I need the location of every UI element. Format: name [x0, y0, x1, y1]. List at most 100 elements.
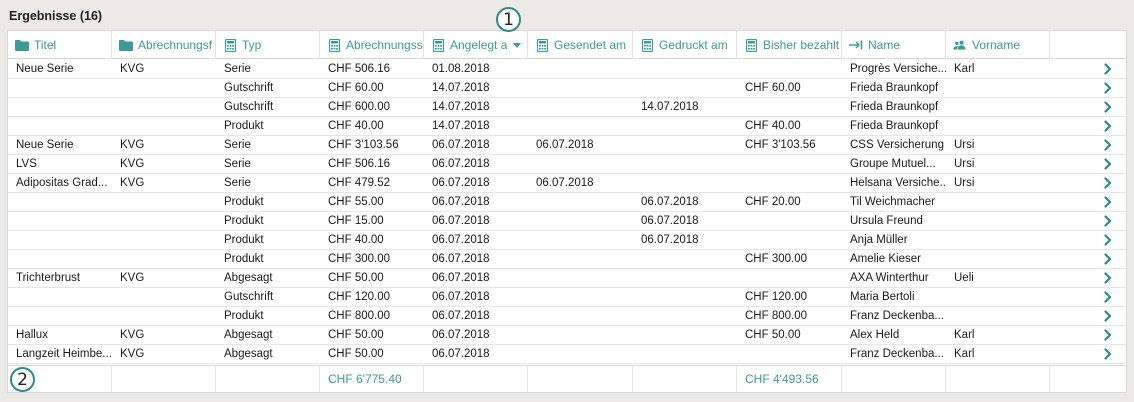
chevron-right-icon[interactable]	[1102, 329, 1114, 341]
column-header-angelegt-a[interactable]: Angelegt a	[424, 31, 528, 59]
footer-cell	[424, 366, 528, 392]
grid-body: Neue Serie KVG Serie CHF 506.16 01.08.2018 Pr…	[8, 60, 1126, 364]
cell-angelegt-a: 06.07.2018	[432, 234, 490, 246]
column-header-gesendet-am[interactable]: Gesendet am	[528, 31, 633, 59]
cell-gesendet-am	[528, 345, 633, 363]
table-row[interactable]: Produkt CHF 40.00 14.07.2018 CHF 40.00 Fried…	[8, 117, 1126, 136]
table-row[interactable]: Gutschrift CHF 120.00 06.07.2018 CHF 120.00…	[8, 288, 1126, 307]
cell-abrechnungsf: KVG	[120, 158, 145, 170]
table-row[interactable]: Produkt CHF 800.00 06.07.2018 CHF 800.00 Fra…	[8, 307, 1126, 326]
cell-name: Frieda Braunkopf	[850, 120, 939, 132]
cell-gedruckt-am	[633, 326, 737, 344]
column-header-abrechnungsf[interactable]: Abrechnungsf	[112, 31, 216, 59]
cell-typ: Produkt	[224, 215, 264, 227]
table-row[interactable]: Trichterbrust KVG Abgesagt CHF 50.00 06.07.2…	[8, 269, 1126, 288]
calculator-icon	[640, 38, 654, 52]
arrow-to-line-icon	[849, 38, 863, 52]
cell-abrechnungsf: KVG	[120, 272, 145, 284]
cell-vorname	[946, 193, 1050, 211]
cell-abrechnungsf	[112, 212, 216, 230]
table-row[interactable]: Produkt CHF 15.00 06.07.2018 06.07.2018 Ursu…	[8, 212, 1126, 231]
cell-gedruckt-am	[633, 155, 737, 173]
table-row[interactable]: Langzeit Heimbe... KVG Abgesagt CHF 50.00 06…	[8, 345, 1126, 364]
table-row[interactable]: Gutschrift CHF 600.00 14.07.2018 14.07.2018…	[8, 98, 1126, 117]
cell-gesendet-am	[528, 250, 633, 268]
chevron-right-icon[interactable]	[1102, 63, 1114, 75]
cell-abrechnungsf	[112, 98, 216, 116]
cell-bisher-bezahlt	[737, 212, 842, 230]
cell-titel: Trichterbrust	[16, 272, 81, 284]
chevron-right-icon[interactable]	[1102, 310, 1114, 322]
cell-angelegt-a: 06.07.2018	[432, 291, 490, 303]
cell-gedruckt-am: 06.07.2018	[641, 196, 699, 208]
chevron-right-icon[interactable]	[1102, 348, 1114, 360]
chevron-right-icon[interactable]	[1102, 215, 1114, 227]
cell-bisher-bezahlt: CHF 50.00	[745, 329, 801, 341]
chevron-right-icon[interactable]	[1102, 177, 1114, 189]
table-row[interactable]: Produkt CHF 40.00 06.07.2018 06.07.2018 Anja…	[8, 231, 1126, 250]
footer-cell	[842, 366, 946, 392]
chevron-right-icon[interactable]	[1102, 291, 1114, 303]
table-row[interactable]: Hallux KVG Abgesagt CHF 50.00 06.07.2018 CHF …	[8, 326, 1126, 345]
column-header-typ[interactable]: Typ	[216, 31, 320, 59]
results-panel: Ergebnisse (16) Titel Abrechnungsf Typ Abre…	[0, 0, 1134, 402]
chevron-right-icon[interactable]	[1102, 158, 1114, 170]
cell-name: Franz Deckenba...	[850, 310, 944, 322]
cell-angelegt-a: 06.07.2018	[432, 310, 490, 322]
cell-typ: Abgesagt	[224, 329, 273, 341]
cell-angelegt-a: 06.07.2018	[432, 253, 490, 265]
column-header-label: Name	[868, 38, 901, 52]
table-row[interactable]: Produkt CHF 55.00 06.07.2018 06.07.2018 CHF …	[8, 193, 1126, 212]
column-header-gedruckt-am[interactable]: Gedruckt am	[633, 31, 737, 59]
column-header-label: Vorname	[972, 38, 1021, 52]
cell-gedruckt-am	[633, 79, 737, 97]
cell-bisher-bezahlt: CHF 120.00	[745, 291, 808, 303]
cell-bisher-bezahlt: CHF 40.00	[745, 120, 801, 132]
column-header-name[interactable]: Name	[842, 31, 946, 59]
cell-gedruckt-am	[633, 60, 737, 78]
table-row[interactable]: Adipositas Grad... KVG Serie CHF 479.52 06.0…	[8, 174, 1126, 193]
chevron-right-icon[interactable]	[1102, 101, 1114, 113]
cell-angelegt-a: 14.07.2018	[432, 101, 490, 113]
cell-abrechnungssu: CHF 3'103.56	[328, 139, 399, 151]
column-header-bisher-bezahlt[interactable]: Bisher bezahlt	[737, 31, 842, 59]
cell-gesendet-am	[528, 193, 633, 211]
cell-abrechnungssu: CHF 40.00	[328, 120, 384, 132]
cell-gesendet-am	[528, 307, 633, 325]
chevron-right-icon[interactable]	[1102, 196, 1114, 208]
cell-gedruckt-am: 06.07.2018	[641, 215, 699, 227]
cell-titel	[8, 79, 112, 97]
column-header-label: Abrechnungssu	[346, 38, 423, 52]
cell-angelegt-a: 06.07.2018	[432, 272, 490, 284]
cell-bisher-bezahlt: CHF 300.00	[745, 253, 808, 265]
cell-abrechnungsf: KVG	[120, 139, 145, 151]
calculator-icon	[431, 38, 445, 52]
cell-abrechnungsf	[112, 288, 216, 306]
table-row[interactable]: Produkt CHF 300.00 06.07.2018 CHF 300.00 Ame…	[8, 250, 1126, 269]
chevron-right-icon[interactable]	[1102, 120, 1114, 132]
cell-gedruckt-am	[633, 136, 737, 154]
cell-vorname	[946, 231, 1050, 249]
chevron-right-icon[interactable]	[1102, 253, 1114, 265]
column-header-label: Titel	[34, 38, 57, 52]
chevron-right-icon[interactable]	[1102, 234, 1114, 246]
table-row[interactable]: Gutschrift CHF 60.00 14.07.2018 CHF 60.00 Fr…	[8, 79, 1126, 98]
table-row[interactable]: Neue Serie KVG Serie CHF 506.16 01.08.2018 Pr…	[8, 60, 1126, 79]
chevron-right-icon[interactable]	[1102, 139, 1114, 151]
cell-typ: Produkt	[224, 196, 264, 208]
chevron-right-icon[interactable]	[1102, 272, 1114, 284]
table-row[interactable]: Neue Serie KVG Serie CHF 3'103.56 06.07.2018…	[8, 136, 1126, 155]
footer-cell	[528, 366, 633, 392]
footer-sum-amount: CHF 6'775.40	[320, 366, 424, 392]
table-row[interactable]: LVS KVG Serie CHF 506.16 06.07.2018 Groupe Mu…	[8, 155, 1126, 174]
column-header-titel[interactable]: Titel	[8, 31, 112, 59]
cell-bisher-bezahlt: CHF 20.00	[745, 196, 801, 208]
column-header-abrechnungssu[interactable]: Abrechnungssu	[320, 31, 424, 59]
chevron-right-icon[interactable]	[1102, 82, 1114, 94]
cell-vorname: Karl	[954, 63, 975, 75]
cell-typ: Serie	[224, 177, 251, 189]
cell-abrechnungsf	[112, 117, 216, 135]
column-header-vorname[interactable]: Vorname	[946, 31, 1050, 59]
cell-name: Progrès Versiche...	[850, 63, 946, 75]
cell-bisher-bezahlt: CHF 60.00	[745, 82, 801, 94]
